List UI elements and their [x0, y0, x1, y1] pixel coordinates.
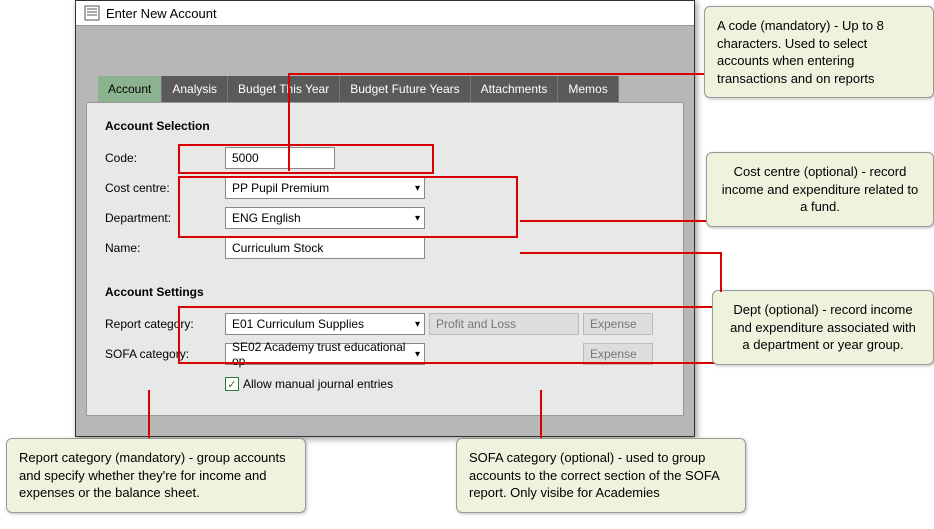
tab-bar: Account Analysis Budget This Year Budget…: [98, 76, 684, 102]
section-settings-title: Account Settings: [105, 285, 665, 299]
enter-new-account-window: Enter New Account Account Analysis Budge…: [75, 0, 695, 437]
connector-code-v: [288, 73, 290, 171]
section-selection-title: Account Selection: [105, 119, 665, 133]
cost-centre-select[interactable]: PP Pupil Premium ▾: [225, 177, 425, 199]
tab-attachments[interactable]: Attachments: [471, 76, 559, 102]
callout-department: Dept (optional) - record income and expe…: [712, 290, 934, 365]
tab-account[interactable]: Account: [98, 76, 162, 102]
window-body: Account Analysis Budget This Year Budget…: [76, 26, 694, 436]
chevron-down-icon: ▾: [415, 213, 420, 224]
tab-budget-this-year[interactable]: Budget This Year: [228, 76, 340, 102]
report-category-select[interactable]: E01 Curriculum Supplies ▾: [225, 313, 425, 335]
callout-cost-centre: Cost centre (optional) - record income a…: [706, 152, 934, 227]
allow-manual-checkbox[interactable]: ✓: [225, 377, 239, 391]
label-department: Department:: [105, 211, 225, 225]
label-allow-manual: Allow manual journal entries: [243, 377, 393, 391]
name-input[interactable]: [225, 237, 425, 259]
connector-code-h: [288, 73, 704, 75]
code-input[interactable]: [225, 147, 335, 169]
report-category-value: E01 Curriculum Supplies: [232, 317, 364, 331]
label-code: Code:: [105, 151, 225, 165]
sofa-category-select[interactable]: SE02 Academy trust educational op ▾: [225, 343, 425, 365]
callout-sofa-category: SOFA category (optional) - used to group…: [456, 438, 746, 513]
connector-sofa-v: [540, 390, 542, 438]
label-name: Name:: [105, 241, 225, 255]
label-cost-centre: Cost centre:: [105, 181, 225, 195]
connector-dept-h: [520, 252, 720, 254]
label-sofa-category: SOFA category:: [105, 347, 225, 361]
account-panel: Account Selection Code: Cost centre: PP …: [86, 102, 684, 416]
tab-budget-future-years[interactable]: Budget Future Years: [340, 76, 470, 102]
titlebar: Enter New Account: [76, 1, 694, 26]
report-type-readonly: Profit and Loss: [429, 313, 579, 335]
callout-code: A code (mandatory) - Up to 8 characters.…: [704, 6, 934, 98]
cost-centre-value: PP Pupil Premium: [232, 181, 329, 195]
sofa-category-value: SE02 Academy trust educational op: [232, 340, 415, 368]
connector-cc-h: [520, 220, 706, 222]
tab-memos[interactable]: Memos: [558, 76, 618, 102]
connector-dept-v: [720, 252, 722, 292]
chevron-down-icon: ▾: [415, 349, 420, 360]
department-select[interactable]: ENG English ▾: [225, 207, 425, 229]
callout-report-category: Report category (mandatory) - group acco…: [6, 438, 306, 513]
chevron-down-icon: ▾: [415, 183, 420, 194]
form-icon: [84, 5, 100, 21]
chevron-down-icon: ▾: [415, 319, 420, 330]
tab-analysis[interactable]: Analysis: [162, 76, 228, 102]
report-expense-readonly: Expense: [583, 313, 653, 335]
window-title: Enter New Account: [106, 6, 217, 21]
department-value: ENG English: [232, 211, 301, 225]
sofa-expense-readonly: Expense: [583, 343, 653, 365]
connector-rc-v: [148, 390, 150, 438]
label-report-category: Report category:: [105, 317, 225, 331]
